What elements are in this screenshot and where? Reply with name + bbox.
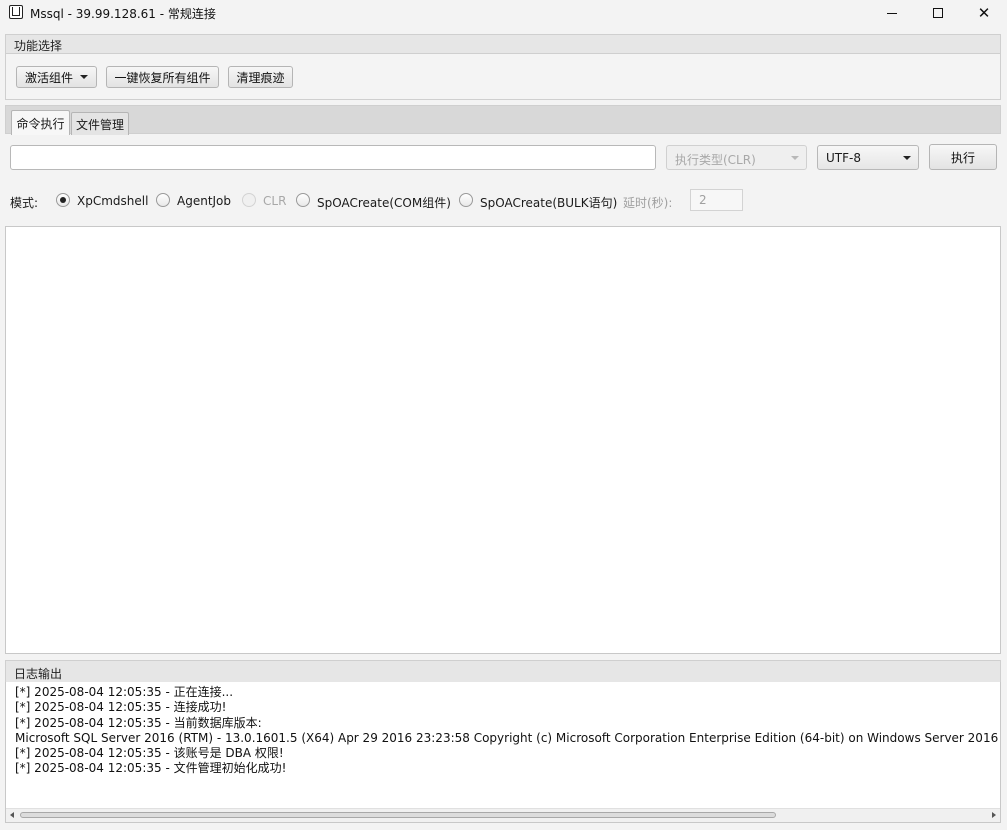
mode-label-agentjob[interactable]: AgentJob [177, 194, 231, 208]
log-line: [*] 2025-08-04 12:05:35 - 当前数据库版本: [15, 715, 262, 730]
restore-all-button[interactable]: 一键恢复所有组件 [106, 66, 219, 88]
tab-command-exec[interactable]: 命令执行 [11, 110, 70, 135]
activate-component-button[interactable]: 激活组件 [16, 66, 97, 88]
mode-label: 模式: [10, 196, 39, 210]
mode-label-spoacreate-bulk[interactable]: SpOACreate(BULK语句) [480, 194, 617, 211]
mode-row: 模式: XpCmdshell AgentJob CLR SpOACreate(C… [0, 189, 1007, 213]
func-panel-title: 功能选择 [14, 39, 63, 53]
log-line: [*] 2025-08-04 12:05:35 - 正在连接... [15, 685, 234, 699]
tab-command-exec-label: 命令执行 [16, 116, 65, 131]
func-panel: 激活组件 一键恢复所有组件 清理痕迹 [5, 54, 1001, 100]
mode-radio-spoacreate-bulk[interactable] [459, 193, 473, 207]
chevron-down-icon [903, 156, 911, 160]
log-panel-header: 日志输出 [5, 660, 1001, 683]
close-icon: ✕ [977, 4, 991, 22]
tab-file-manager[interactable]: 文件管理 [71, 112, 129, 135]
scroll-left-icon[interactable] [10, 812, 14, 818]
log-line: [*] 2025-08-04 12:05:35 - 连接成功! [15, 700, 227, 715]
close-button[interactable]: ✕ [961, 0, 1007, 26]
window-title: Mssql - 39.99.128.61 - 常规连接 [30, 7, 216, 21]
mode-radio-xpcmdshell[interactable] [56, 193, 70, 207]
encoding-value: UTF-8 [826, 151, 861, 165]
chevron-down-icon [80, 75, 88, 79]
mode-label-xpcmdshell[interactable]: XpCmdshell [77, 194, 148, 208]
mode-radio-clr [242, 193, 256, 207]
log-line: [*] 2025-08-04 12:05:35 - 文件管理初始化成功! [15, 761, 287, 776]
func-panel-header: 功能选择 [5, 34, 1001, 54]
mode-radio-spoacreate-com[interactable] [296, 193, 310, 207]
horizontal-scrollbar[interactable] [6, 808, 1000, 822]
log-line: [*] 2025-08-04 12:05:35 - 该账号是 DBA 权限! [15, 746, 284, 761]
clean-traces-button[interactable]: 清理痕迹 [228, 66, 293, 88]
activate-component-label: 激活组件 [24, 70, 73, 85]
restore-all-label: 一键恢复所有组件 [114, 70, 211, 85]
tab-bar: 命令执行 文件管理 [5, 105, 1001, 135]
maximize-button[interactable] [915, 0, 961, 26]
mode-label-spoacreate-com[interactable]: SpOACreate(COM组件) [317, 194, 451, 211]
delay-input[interactable]: 2 [690, 189, 743, 211]
log-panel-title: 日志输出 [14, 667, 63, 681]
mode-label-clr: CLR [263, 194, 287, 208]
exec-type-select[interactable]: 执行类型(CLR) [666, 145, 807, 170]
chevron-down-icon [791, 156, 799, 160]
exec-type-value: 执行类型(CLR) [675, 153, 756, 167]
command-output-area[interactable] [5, 226, 1001, 654]
execute-button[interactable]: 执行 [929, 144, 997, 170]
delay-label: 延时(秒): [623, 196, 673, 210]
command-input[interactable] [10, 145, 656, 170]
mode-radio-agentjob[interactable] [156, 193, 170, 207]
minimize-button[interactable] [869, 0, 915, 26]
app-icon [9, 5, 23, 19]
minimize-icon [887, 12, 897, 14]
log-line: Microsoft SQL Server 2016 (RTM) - 13.0.1… [15, 730, 1001, 745]
execute-label: 执行 [950, 150, 975, 165]
scroll-right-icon[interactable] [992, 812, 996, 818]
log-lines: [*] 2025-08-04 12:05:35 - 正在连接... [*] 20… [15, 685, 1001, 777]
tab-file-manager-label: 文件管理 [75, 117, 124, 132]
maximize-icon [933, 8, 943, 18]
encoding-select[interactable]: UTF-8 [817, 145, 919, 170]
scrollbar-thumb[interactable] [20, 812, 776, 818]
log-panel[interactable]: [*] 2025-08-04 12:05:35 - 正在连接... [*] 20… [5, 682, 1001, 823]
title-bar: Mssql - 39.99.128.61 - 常规连接 ✕ [0, 0, 1007, 26]
clean-traces-label: 清理痕迹 [236, 70, 285, 85]
